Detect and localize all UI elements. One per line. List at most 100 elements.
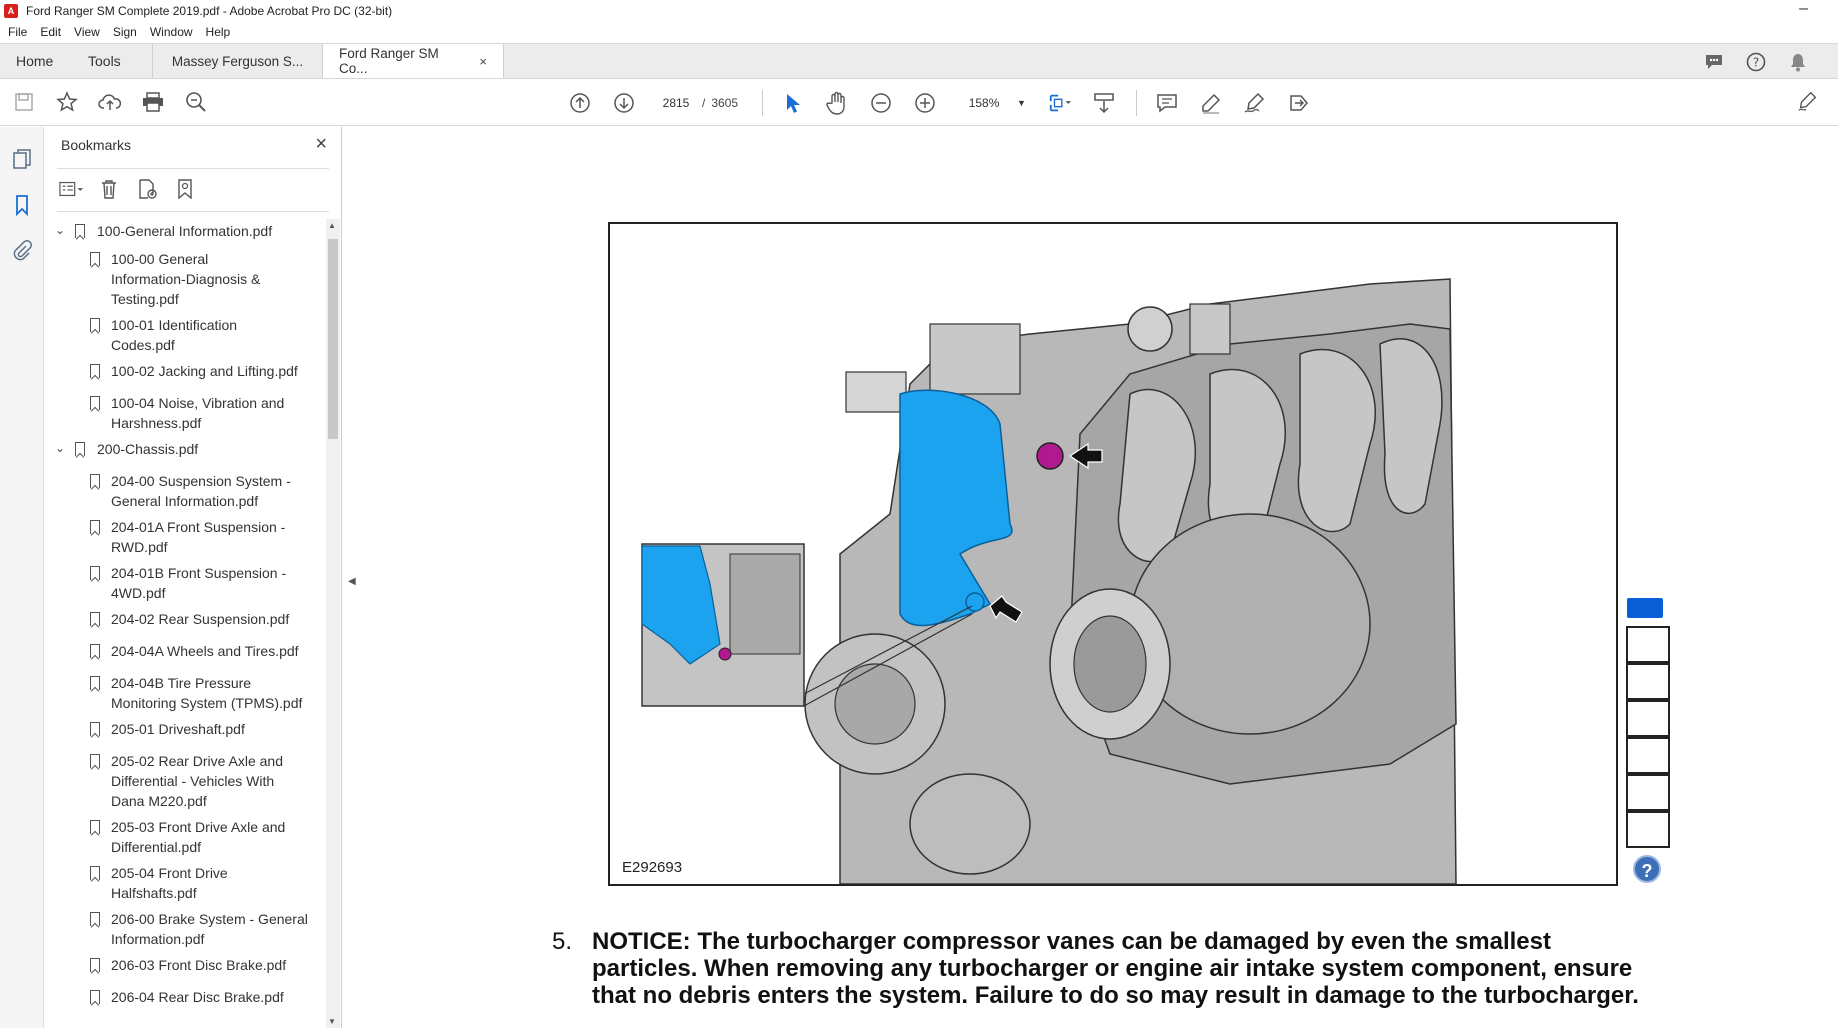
bookmarks-list: ⌄ 100-General Information.pdf 100-00 Gen… bbox=[45, 219, 327, 1028]
checkbox[interactable] bbox=[1626, 774, 1670, 811]
close-tab-icon[interactable]: × bbox=[479, 54, 487, 69]
zoom-value: 158% bbox=[968, 96, 1000, 110]
menu-window[interactable]: Window bbox=[150, 25, 193, 39]
scroll-up-arrow-icon[interactable]: ▲ bbox=[328, 221, 336, 230]
bookmark-label-line: Halfshafts.pdf bbox=[111, 885, 197, 901]
menu-bar: File Edit View Sign Window Help bbox=[0, 22, 1838, 42]
checkbox[interactable] bbox=[1626, 626, 1670, 663]
print-icon[interactable] bbox=[141, 90, 165, 114]
minimize-button[interactable]: – bbox=[1799, 0, 1808, 18]
delete-bookmark-icon[interactable] bbox=[97, 177, 121, 201]
bookmarks-scrollbar[interactable]: ▲ ▼ bbox=[326, 219, 340, 1028]
title-bar: A Ford Ranger SM Complete 2019.pdf - Ado… bbox=[0, 0, 1838, 22]
page-number-input[interactable] bbox=[656, 91, 696, 115]
bookmark-item[interactable]: 205-02 Rear Drive Axle and Differential … bbox=[45, 751, 325, 811]
bookmark-item[interactable]: 206-03 Front Disc Brake.pdf bbox=[45, 955, 325, 975]
bookmark-label-line: Monitoring System (TPMS).pdf bbox=[111, 695, 303, 711]
zoom-search-icon[interactable] bbox=[184, 90, 208, 114]
checkbox[interactable] bbox=[1626, 700, 1670, 737]
notification-bell-icon[interactable] bbox=[1786, 50, 1810, 74]
chevron-down-icon[interactable]: ⌄ bbox=[55, 220, 65, 240]
comment-icon[interactable] bbox=[1155, 91, 1179, 115]
bookmark-item[interactable]: 204-01B Front Suspension - 4WD.pdf bbox=[45, 563, 325, 603]
help-question-icon[interactable]: ? bbox=[1633, 855, 1661, 883]
bookmark-item[interactable]: 100-01 Identification Codes.pdf bbox=[45, 315, 325, 355]
comment-bubble-icon[interactable] bbox=[1702, 50, 1726, 74]
checkbox[interactable] bbox=[1626, 811, 1670, 848]
tab-bar: Home Tools Massey Ferguson S... Ford Ran… bbox=[0, 43, 1838, 79]
checkbox[interactable] bbox=[1626, 663, 1670, 700]
bookmark-item[interactable]: 204-02 Rear Suspension.pdf bbox=[45, 609, 325, 629]
tab-document-ford[interactable]: Ford Ranger SM Co... × bbox=[322, 44, 504, 78]
help-icon[interactable]: ? bbox=[1744, 50, 1768, 74]
save-icon[interactable] bbox=[12, 90, 36, 114]
bookmark-label-line: 205-04 Front Drive bbox=[111, 865, 228, 881]
bookmark-label-line: 204-00 Suspension System - bbox=[111, 473, 291, 489]
toolbar-divider bbox=[762, 90, 764, 116]
bookmark-label-line: Information-Diagnosis & bbox=[111, 271, 261, 287]
zoom-select[interactable]: 158% ▼ bbox=[957, 96, 1026, 110]
highlight-pen-icon[interactable] bbox=[1199, 91, 1223, 115]
cloud-upload-icon[interactable] bbox=[98, 90, 122, 114]
previous-page-icon[interactable] bbox=[568, 91, 592, 115]
menu-view[interactable]: View bbox=[74, 25, 100, 39]
notice-text: NOTICE: The turbocharger compressor vane… bbox=[592, 928, 1639, 1009]
hand-tool-icon[interactable] bbox=[825, 91, 849, 115]
scroll-mode-icon[interactable] bbox=[1092, 91, 1116, 115]
zoom-out-icon[interactable] bbox=[869, 91, 893, 115]
bookmark-item[interactable]: 100-02 Jacking and Lifting.pdf bbox=[45, 361, 325, 381]
checkbox[interactable] bbox=[1626, 737, 1670, 774]
find-bookmark-icon[interactable] bbox=[173, 177, 197, 201]
menu-sign[interactable]: Sign bbox=[113, 25, 137, 39]
menu-help[interactable]: Help bbox=[206, 25, 231, 39]
bookmark-label-line: Information.pdf bbox=[111, 931, 205, 947]
bookmark-label: 100-02 Jacking and Lifting.pdf bbox=[111, 363, 298, 379]
chevron-down-icon: ▼ bbox=[1017, 98, 1026, 108]
tab-home[interactable]: Home bbox=[0, 44, 72, 78]
bookmark-item[interactable]: 204-01A Front Suspension - RWD.pdf bbox=[45, 517, 325, 557]
bookmark-item[interactable]: 206-04 Rear Disc Brake.pdf bbox=[45, 987, 325, 1007]
star-icon[interactable] bbox=[55, 90, 79, 114]
bookmark-item[interactable]: 100-04 Noise, Vibration and Harshness.pd… bbox=[45, 393, 325, 433]
scrollbar-thumb[interactable] bbox=[328, 239, 338, 439]
collapse-panel-arrow-icon[interactable]: ◀ bbox=[348, 576, 356, 587]
new-bookmark-icon[interactable] bbox=[135, 177, 159, 201]
page-separator: / bbox=[702, 96, 706, 110]
bookmark-item[interactable]: ⌄ 100-General Information.pdf bbox=[45, 221, 325, 241]
close-panel-icon[interactable]: × bbox=[315, 133, 327, 156]
select-cursor-icon[interactable] bbox=[781, 91, 805, 115]
scroll-down-arrow-icon[interactable]: ▼ bbox=[328, 1017, 336, 1026]
bookmark-icon bbox=[90, 912, 100, 926]
bookmark-item[interactable]: 204-04B Tire Pressure Monitoring System … bbox=[45, 673, 325, 713]
bookmark-label-line: 205-02 Rear Drive Axle and bbox=[111, 753, 283, 769]
bookmark-item[interactable]: 205-03 Front Drive Axle and Differential… bbox=[45, 817, 325, 857]
bookmark-item[interactable]: 204-00 Suspension System - General Infor… bbox=[45, 471, 325, 511]
bookmark-item[interactable]: 100-00 General Information-Diagnosis & T… bbox=[45, 249, 325, 309]
chevron-down-icon[interactable]: ⌄ bbox=[55, 438, 65, 458]
bookmark-label: 200-Chassis.pdf bbox=[97, 441, 199, 457]
bookmark-label-line: General Information.pdf bbox=[111, 493, 259, 509]
menu-file[interactable]: File bbox=[8, 25, 27, 39]
bookmark-item[interactable]: 205-01 Driveshaft.pdf bbox=[45, 719, 325, 739]
bookmark-icon bbox=[90, 866, 100, 880]
bookmark-item[interactable]: 204-04A Wheels and Tires.pdf bbox=[45, 641, 325, 661]
page-thumbnails-icon[interactable] bbox=[10, 147, 34, 171]
tab-document-massey[interactable]: Massey Ferguson S... bbox=[152, 44, 322, 78]
bookmark-item[interactable]: ⌄ 200-Chassis.pdf bbox=[45, 439, 325, 459]
options-menu-icon[interactable] bbox=[59, 177, 83, 201]
zoom-in-icon[interactable] bbox=[913, 91, 937, 115]
navigation-rail bbox=[0, 127, 44, 1028]
bookmark-item[interactable]: 206-00 Brake System - General Informatio… bbox=[45, 909, 325, 949]
bookmark-item[interactable]: 205-04 Front Drive Halfshafts.pdf bbox=[45, 863, 325, 903]
tab-tools[interactable]: Tools bbox=[72, 44, 152, 78]
next-page-icon[interactable] bbox=[612, 91, 636, 115]
share-icon[interactable] bbox=[1287, 91, 1311, 115]
bookmark-panel-icon[interactable] bbox=[10, 193, 34, 217]
bookmark-icon bbox=[90, 474, 100, 488]
menu-edit[interactable]: Edit bbox=[40, 25, 61, 39]
sign-icon[interactable] bbox=[1243, 91, 1267, 115]
attachment-paperclip-icon[interactable] bbox=[10, 239, 34, 263]
fill-sign-icon[interactable] bbox=[1796, 90, 1820, 114]
engine-drawing bbox=[641, 278, 1457, 884]
fit-page-icon[interactable] bbox=[1048, 91, 1072, 115]
